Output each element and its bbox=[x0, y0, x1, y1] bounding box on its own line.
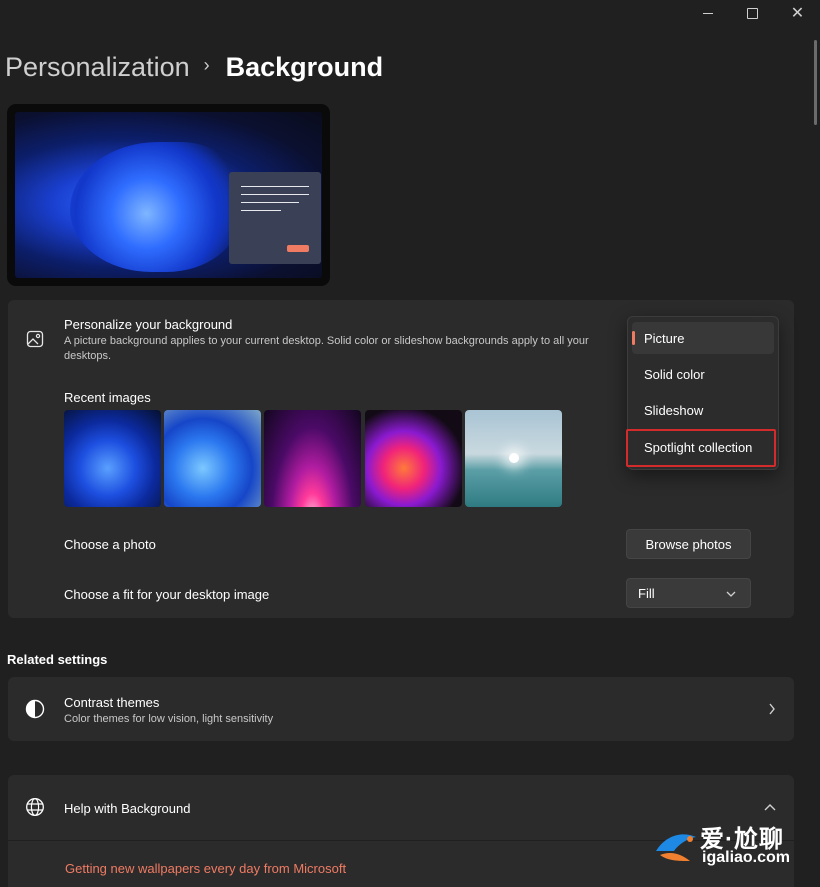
fit-label: Choose a fit for your desktop image bbox=[64, 587, 270, 602]
recent-image-2[interactable] bbox=[164, 410, 261, 507]
chevron-right-icon bbox=[769, 703, 775, 715]
annotation-highlight-box bbox=[626, 429, 776, 467]
desktop-preview bbox=[7, 104, 330, 286]
menu-item-label: Picture bbox=[644, 330, 685, 346]
recent-image-3[interactable] bbox=[264, 410, 361, 507]
bird-logo-icon bbox=[656, 834, 696, 861]
recent-images-label: Recent images bbox=[64, 390, 151, 405]
preview-wallpaper bbox=[15, 112, 322, 278]
breadcrumb: Personalization › Background bbox=[5, 52, 383, 83]
choose-photo-row: Choose a photo Browse photos bbox=[8, 520, 794, 569]
menu-item-label: Slideshow bbox=[644, 402, 704, 418]
close-button[interactable]: ✕ bbox=[775, 0, 820, 26]
watermark-logo: 爱·尬聊 igaliao.com bbox=[652, 817, 812, 873]
contrast-icon bbox=[25, 699, 45, 719]
watermark-line2: igaliao.com bbox=[702, 849, 791, 866]
fit-value: Fill bbox=[638, 585, 655, 601]
contrast-themes-card[interactable]: Contrast themes Color themes for low vis… bbox=[8, 677, 794, 741]
chevron-right-icon: › bbox=[203, 55, 210, 75]
chevron-up-icon bbox=[764, 804, 776, 811]
choose-photo-label: Choose a photo bbox=[64, 537, 156, 552]
help-title: Help with Background bbox=[64, 801, 191, 816]
minimize-button[interactable] bbox=[685, 0, 730, 26]
personalize-title: Personalize your background bbox=[64, 317, 233, 332]
image-icon bbox=[26, 330, 44, 348]
selection-indicator bbox=[632, 331, 635, 345]
menu-item-slideshow[interactable]: Slideshow bbox=[632, 394, 774, 426]
menu-item-label: Solid color bbox=[644, 366, 705, 382]
page-title: Background bbox=[225, 52, 384, 82]
maximize-button[interactable] bbox=[730, 0, 775, 26]
fit-dropdown[interactable]: Fill bbox=[626, 578, 751, 608]
window-controls: ✕ bbox=[685, 0, 820, 28]
browse-photos-button[interactable]: Browse photos bbox=[626, 529, 751, 559]
personalize-description: A picture background applies to your cur… bbox=[64, 335, 589, 362]
fit-row: Choose a fit for your desktop image Fill bbox=[8, 570, 794, 618]
related-settings-heading: Related settings bbox=[7, 652, 108, 667]
preview-window-mockup bbox=[229, 172, 321, 264]
contrast-themes-title: Contrast themes bbox=[64, 695, 160, 710]
menu-item-solid-color[interactable]: Solid color bbox=[632, 358, 774, 390]
bloom-image bbox=[70, 142, 240, 272]
breadcrumb-parent[interactable]: Personalization bbox=[5, 52, 190, 83]
recent-image-1[interactable] bbox=[64, 410, 161, 507]
wallpaper-help-link[interactable]: Getting new wallpapers every day from Mi… bbox=[65, 861, 346, 876]
contrast-themes-subtitle: Color themes for low vision, light sensi… bbox=[64, 713, 274, 725]
menu-item-picture[interactable]: Picture bbox=[632, 322, 774, 354]
recent-image-5[interactable] bbox=[465, 410, 562, 507]
scrollbar[interactable] bbox=[814, 40, 817, 125]
globe-icon bbox=[26, 798, 44, 816]
recent-image-4[interactable] bbox=[365, 410, 462, 507]
chevron-down-icon bbox=[726, 591, 736, 597]
